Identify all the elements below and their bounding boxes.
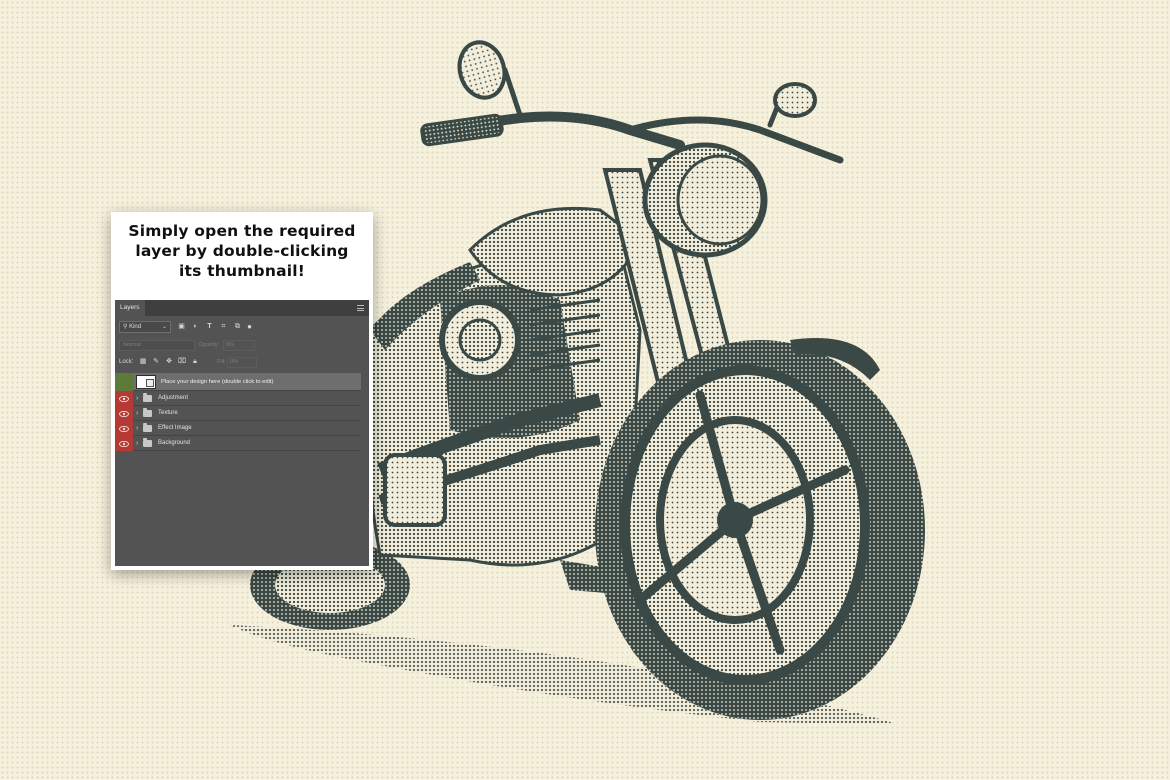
layer-name: Place your design here (double click to … (161, 379, 274, 385)
lock-all-icon[interactable]: 🔒︎ (191, 358, 199, 366)
tab-layers[interactable]: Layers (115, 300, 145, 316)
chevron-down-icon: ⌄ (161, 324, 167, 330)
instruction-card: Simply open the required layer by double… (111, 212, 373, 570)
type-filter-icon[interactable]: T (205, 323, 214, 331)
front-wheel (595, 338, 925, 720)
chevron-right-icon[interactable]: › (136, 421, 138, 436)
headlight (642, 142, 768, 258)
chevron-right-icon[interactable]: › (136, 436, 138, 451)
layers-panel: Layers ⚲ Kind ⌄ ▣ ◐ T ⌗ ⧉ ● Normal Opaci… (115, 300, 369, 566)
chevron-right-icon[interactable]: › (136, 391, 138, 406)
lock-pixels-icon[interactable]: ✎ (152, 358, 160, 366)
filter-toggle-icon[interactable]: ● (245, 323, 254, 331)
folder-icon (143, 393, 152, 402)
folder-icon (143, 408, 152, 417)
layer-row-group[interactable]: › Texture (115, 406, 361, 421)
instruction-caption: Simply open the required layer by double… (128, 222, 356, 280)
layer-row-smart-object[interactable]: Place your design here (double click to … (115, 373, 361, 391)
layer-row-group[interactable]: › Adjustment (115, 391, 361, 406)
visibility-toggle[interactable] (115, 373, 133, 391)
blend-mode-select[interactable]: Normal (119, 340, 195, 351)
opacity-field[interactable]: 0% (223, 340, 255, 351)
smart-object-filter-icon[interactable]: ⧉ (233, 323, 242, 331)
panel-menu-icon[interactable] (357, 305, 364, 311)
shape-filter-icon[interactable]: ⌗ (219, 323, 228, 331)
filter-kind-label: Kind (129, 324, 142, 330)
chevron-right-icon[interactable]: › (136, 406, 138, 421)
pixel-filter-icon[interactable]: ▣ (177, 323, 186, 331)
lock-artboard-icon[interactable]: ⌧ (178, 358, 186, 366)
search-icon: ⚲ (123, 324, 128, 330)
eye-icon[interactable] (115, 406, 133, 421)
layer-row-group[interactable]: › Effect Image (115, 421, 361, 436)
smart-object-thumbnail[interactable] (136, 375, 156, 389)
eye-icon[interactable] (115, 436, 133, 451)
eye-icon[interactable] (115, 391, 133, 406)
lock-position-icon[interactable]: ✥ (165, 358, 173, 366)
filter-kind-select[interactable]: ⚲ Kind ⌄ (119, 321, 171, 333)
fill-field[interactable]: 0% (227, 357, 257, 368)
folder-icon (143, 423, 152, 432)
fill-label: Fill: (217, 359, 226, 365)
layer-name: Adjustment (158, 395, 189, 401)
lock-transparency-icon[interactable]: ▦ (139, 358, 147, 366)
panel-tab-bar: Layers (115, 300, 369, 316)
eye-icon[interactable] (115, 421, 133, 436)
layer-name: Effect Image (158, 425, 192, 431)
folder-icon (143, 438, 152, 447)
layer-name: Background (158, 440, 191, 446)
layer-name: Texture (158, 410, 178, 416)
adjustment-filter-icon[interactable]: ◐ (191, 323, 200, 331)
layer-row-group[interactable]: › Background (115, 436, 361, 451)
opacity-label: Opacity: (199, 342, 220, 348)
lock-label: Lock: (119, 359, 134, 365)
